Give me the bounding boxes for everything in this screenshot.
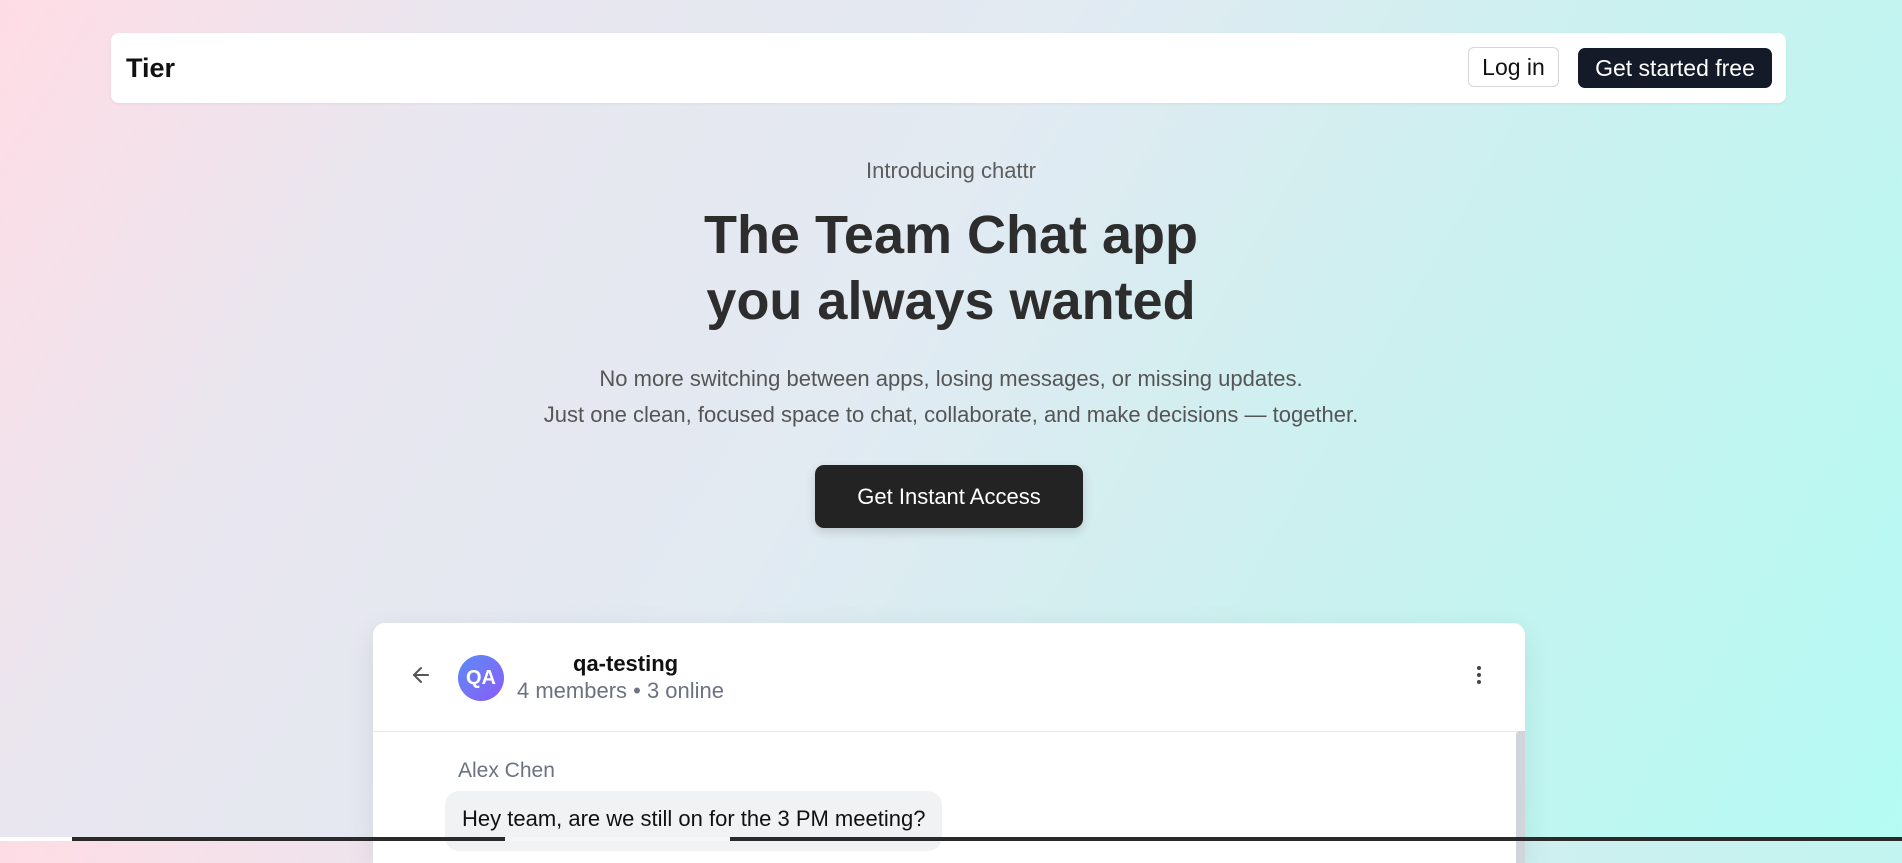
message-bubble: Hey team, are we still on for the 3 PM m… bbox=[445, 791, 943, 851]
bottom-scroll-thumb[interactable] bbox=[505, 837, 730, 841]
hero-kicker: Introducing chattr bbox=[866, 158, 1036, 183]
more-vertical-icon[interactable] bbox=[1467, 663, 1491, 687]
hero-subtext-line-1: No more switching between apps, losing m… bbox=[599, 366, 1303, 391]
bottom-scroll-track bbox=[0, 837, 1902, 841]
channel-avatar: QA bbox=[458, 655, 504, 701]
chat-scrollbar[interactable] bbox=[1516, 731, 1525, 863]
hero-headline-line-2: you always wanted bbox=[706, 271, 1196, 331]
chat-header: QA qa-testing 4 members • 3 online bbox=[373, 623, 1525, 732]
hero-headline: The Team Chat app you always wanted bbox=[0, 202, 1902, 334]
arrow-left-icon[interactable] bbox=[409, 663, 433, 687]
top-navbar: Tier Log in Get started free bbox=[111, 33, 1786, 103]
hero-subtext: No more switching between apps, losing m… bbox=[0, 361, 1902, 433]
hero-subtext-line-2: Just one clean, focused space to chat, c… bbox=[543, 402, 1359, 427]
bottom-scroll-segment bbox=[0, 837, 72, 841]
login-button[interactable]: Log in bbox=[1468, 47, 1559, 87]
chat-preview-card: QA qa-testing 4 members • 3 online Alex … bbox=[373, 623, 1525, 863]
get-instant-access-button[interactable]: Get Instant Access bbox=[815, 465, 1083, 528]
get-started-button[interactable]: Get started free bbox=[1578, 48, 1772, 88]
channel-meta: 4 members • 3 online bbox=[517, 678, 725, 703]
message-sender: Alex Chen bbox=[458, 759, 555, 782]
channel-name: qa-testing bbox=[573, 651, 679, 676]
hero-headline-line-1: The Team Chat app bbox=[703, 205, 1199, 265]
brand-logo[interactable]: Tier bbox=[126, 33, 175, 103]
